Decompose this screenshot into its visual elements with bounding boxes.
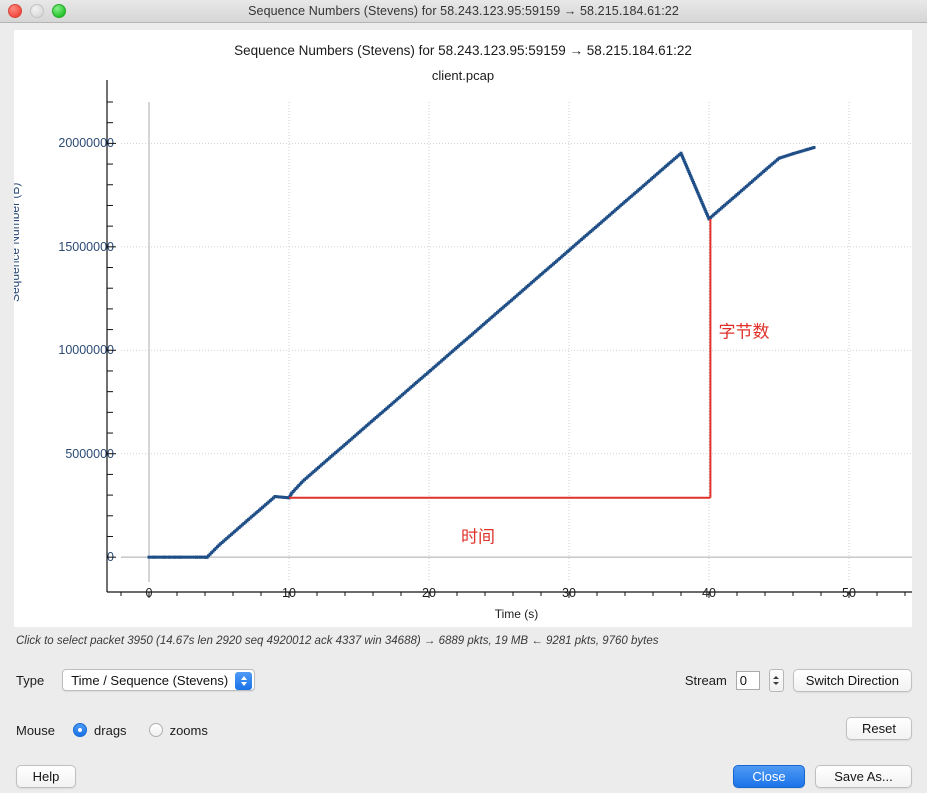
stream-stepper[interactable] (769, 669, 784, 692)
x-axis-title: Time (s) (121, 607, 912, 621)
y-axis-title: Sequence Number (B) (14, 183, 22, 302)
save-as-button[interactable]: Save As... (815, 765, 912, 788)
stepper-down-icon[interactable] (773, 682, 779, 685)
x-axis-tick-labels: 0 10 20 30 40 50 (121, 586, 912, 604)
switch-direction-button[interactable]: Switch Direction (793, 669, 912, 692)
window-close-icon[interactable] (8, 4, 22, 18)
sequence-numbers-window: Sequence Numbers (Stevens) for 58.243.12… (0, 0, 927, 793)
y-tick-label: 20000000 (58, 136, 114, 150)
chart-subtitle: client.pcap (14, 68, 912, 83)
y-tick-label: 10000000 (58, 343, 114, 357)
window-zoom-icon[interactable] (52, 4, 66, 18)
mouse-row: Mouse drags zooms (16, 718, 208, 742)
mouse-mode-zooms[interactable]: zooms (149, 723, 208, 738)
dialog-button-bar: Close Save As... (733, 765, 912, 788)
x-tick-label: 10 (282, 586, 296, 600)
stepper-up-icon[interactable] (773, 676, 779, 679)
radio-zooms-icon[interactable] (149, 723, 163, 737)
type-label: Type (16, 673, 44, 688)
graph-type-select-value: Time / Sequence (Stevens) (71, 673, 228, 688)
plot-inner-region (121, 102, 912, 582)
chart-title: Sequence Numbers (Stevens) for 58.243.12… (14, 43, 912, 58)
mouse-mode-drags[interactable]: drags (73, 723, 127, 738)
reset-button[interactable]: Reset (846, 717, 912, 740)
graph-type-select[interactable]: Time / Sequence (Stevens) (62, 669, 255, 691)
x-tick-label: 30 (562, 586, 576, 600)
close-button[interactable]: Close (733, 765, 805, 788)
window-title: Sequence Numbers (Stevens) for 58.243.12… (0, 4, 927, 18)
x-tick-label: 50 (842, 586, 856, 600)
y-axis-tick-labels: 05000000100000001500000020000000 (14, 102, 114, 582)
chevron-updown-icon (235, 672, 252, 690)
radio-drags-icon[interactable] (73, 723, 87, 737)
x-tick-label: 0 (146, 586, 153, 600)
status-hint-text: Click to select packet 3950 (14.67s len … (16, 635, 659, 647)
stream-number-input[interactable]: 0 (736, 671, 760, 690)
mouse-mode-drags-label: drags (94, 723, 127, 738)
chart-annotations (121, 102, 912, 582)
stream-number-value: 0 (740, 673, 747, 688)
x-tick-label: 20 (422, 586, 436, 600)
bytes-span-annotation-label: 字节数 (719, 317, 770, 342)
chart-canvas[interactable]: Sequence Numbers (Stevens) for 58.243.12… (14, 30, 912, 627)
stream-row: Stream 0 Switch Direction (685, 668, 912, 692)
window-titlebar: Sequence Numbers (Stevens) for 58.243.12… (0, 0, 927, 23)
help-button[interactable]: Help (16, 765, 76, 788)
mouse-mode-zooms-label: zooms (170, 723, 208, 738)
stream-label: Stream (685, 673, 727, 688)
time-span-annotation-label: 时间 (461, 523, 495, 548)
window-minimize-icon[interactable] (30, 4, 44, 18)
x-tick-label: 40 (702, 586, 716, 600)
window-traffic-lights (8, 0, 66, 22)
type-row: Type Time / Sequence (Stevens) (16, 668, 255, 692)
mouse-label: Mouse (16, 723, 55, 738)
y-tick-label: 15000000 (58, 240, 114, 254)
